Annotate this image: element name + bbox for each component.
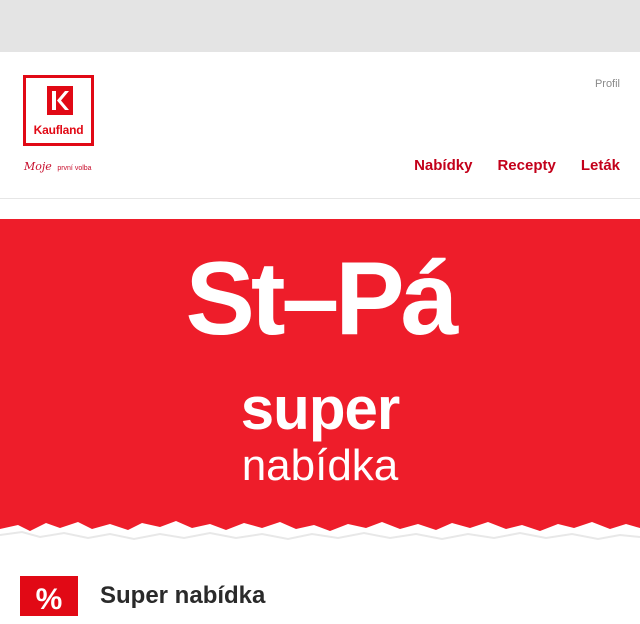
site-header: Kaufland Moje první volba Profil Nabídky…	[0, 52, 640, 199]
offer-section-title: Super nabídka	[100, 582, 266, 609]
kaufland-k-icon	[47, 86, 73, 115]
percent-badge-icon: %	[20, 576, 78, 616]
hero-nabidka: nabídka	[241, 441, 399, 490]
logo-text: Kaufland	[33, 123, 84, 137]
tagline-main: Moje	[24, 160, 52, 173]
main-nav: Nabídky Recepty Leták	[414, 157, 620, 174]
profile-link[interactable]: Profil	[595, 78, 620, 90]
nav-item-letak[interactable]: Leták	[581, 157, 620, 174]
tagline-small: první volba	[57, 165, 92, 172]
hero-day-range: St–Pá	[185, 241, 458, 357]
hero-super: super	[240, 375, 400, 442]
browser-top-bar	[0, 0, 640, 52]
nav-item-nabidky[interactable]: Nabídky	[414, 157, 472, 174]
hero-banner[interactable]: St–Pá super nabídka	[0, 219, 640, 559]
kaufland-logo[interactable]: Kaufland	[23, 75, 94, 146]
tagline: Moje první volba	[24, 160, 92, 173]
nav-item-recepty[interactable]: Recepty	[497, 157, 555, 174]
